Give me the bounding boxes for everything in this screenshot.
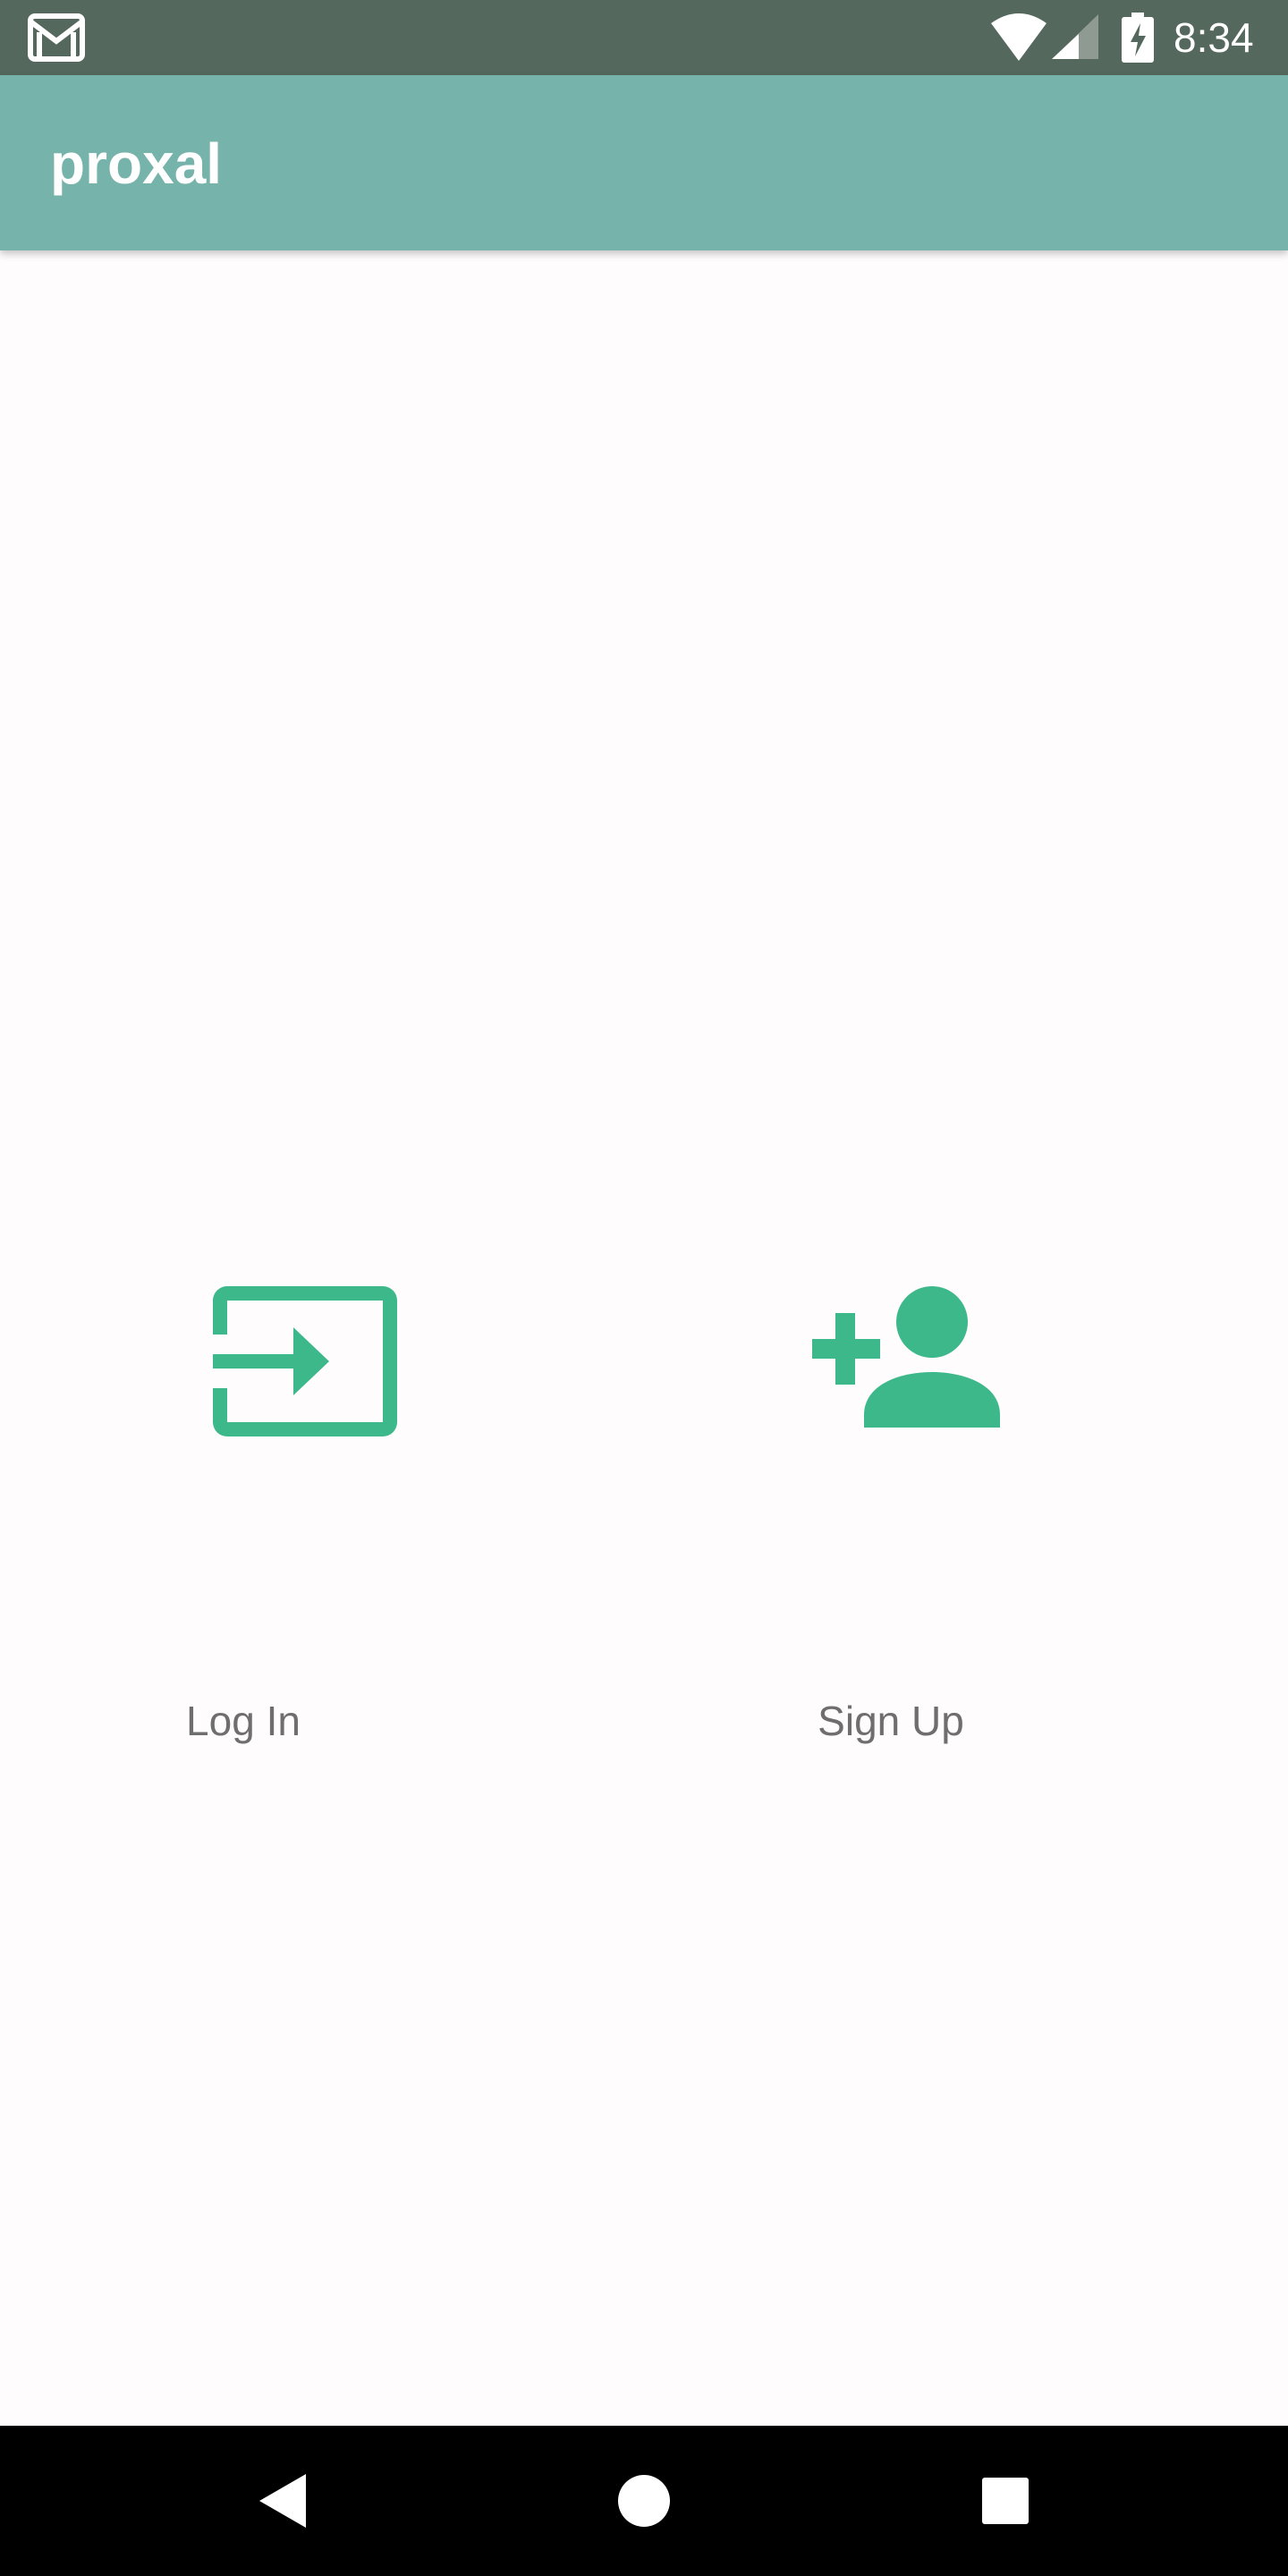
status-bar: 8:34 (0, 0, 1288, 75)
recents-icon (982, 2478, 1029, 2524)
status-time: 8:34 (1174, 14, 1254, 61)
person-add-icon (812, 1286, 1000, 1428)
login-icon (213, 1286, 397, 1436)
battery-charging-icon (1122, 13, 1154, 63)
cell-signal-icon (1052, 14, 1098, 59)
signup-button[interactable]: Sign Up (662, 1234, 1145, 1789)
navigation-bar (0, 2426, 1288, 2576)
login-button[interactable]: Log In (54, 1234, 537, 1789)
home-button[interactable] (569, 2426, 719, 2576)
back-icon (259, 2474, 306, 2528)
back-button[interactable] (208, 2426, 358, 2576)
home-icon (618, 2475, 670, 2527)
signup-label: Sign Up (818, 1698, 964, 1744)
screen: 8:34 proxal Log In Sign Up (0, 0, 1288, 2576)
app-bar: proxal (0, 75, 1288, 250)
recents-button[interactable] (930, 2426, 1080, 2576)
wifi-icon (991, 13, 1046, 61)
gmail-icon (28, 13, 85, 62)
login-label: Log In (186, 1698, 301, 1744)
app-title: proxal (50, 131, 223, 196)
